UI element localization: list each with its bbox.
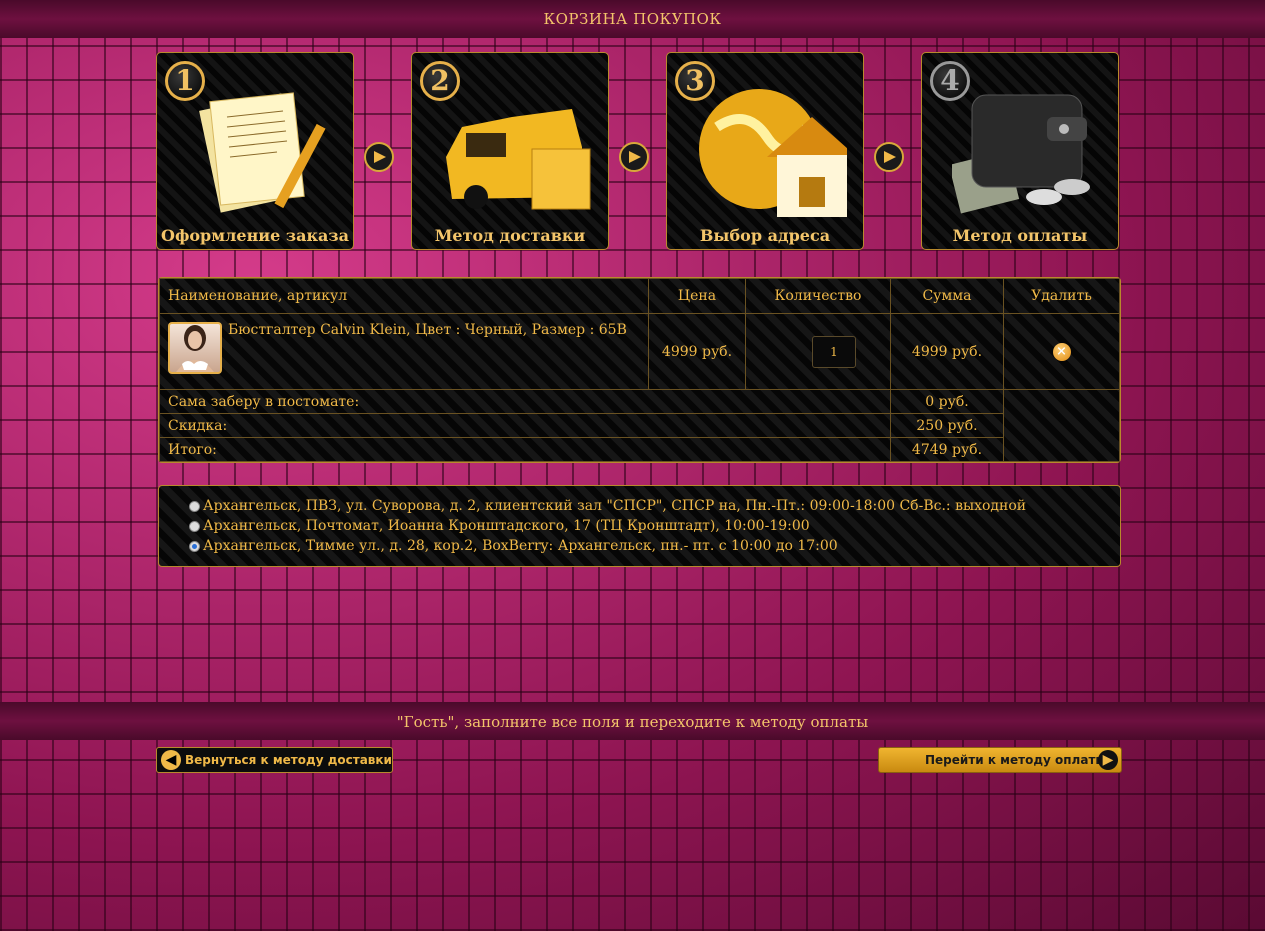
item-sum: 4999 руб. <box>890 313 1004 390</box>
item-delete-cell: × <box>1003 313 1120 390</box>
summary-row-delivery: Сама заберу в постомате: 0 руб. <box>159 389 1120 462</box>
page-title: КОРЗИНА ПОКУПОК <box>543 10 722 28</box>
col-sum-header: Сумма <box>890 278 1004 314</box>
step-arrow-icon <box>619 142 649 172</box>
step-address[interactable]: 3 Выбор адреса <box>666 52 864 250</box>
summary-row-total: Итого: 4749 руб. <box>159 437 1120 462</box>
item-name[interactable]: Бюстгалтер Calvin Klein, Цвет : Черный, … <box>228 322 627 338</box>
footer-message: "Гость", заполните все поля и переходите… <box>396 713 869 731</box>
page-title-bar: КОРЗИНА ПОКУПОК <box>0 0 1265 38</box>
address-radio[interactable] <box>189 520 200 532</box>
wallet-icon <box>952 94 1090 214</box>
table-row: Бюстгалтер Calvin Klein, Цвет : Черный, … <box>159 313 1120 390</box>
step-title: Метод доставки <box>434 226 586 245</box>
col-price-header: Цена <box>648 278 746 314</box>
address-radio[interactable] <box>189 500 200 512</box>
globe-house-icon <box>699 89 847 217</box>
back-to-delivery-button[interactable]: ◀ Вернуться к методу доставки <box>156 747 393 773</box>
address-radio-selected[interactable] <box>189 540 200 552</box>
address-label: Архангельск, ПВЗ, ул. Суворова, д. 2, кл… <box>203 498 1027 514</box>
address-panel: Архангельск, ПВЗ, ул. Суворова, д. 2, кл… <box>158 485 1121 567</box>
summary-value: 4749 руб. <box>890 437 1004 462</box>
next-button-label: Перейти к методу оплаты <box>925 753 1107 767</box>
document-pen-icon <box>199 92 326 213</box>
col-delete-header: Удалить <box>1003 278 1120 314</box>
back-button-label: Вернуться к методу доставки <box>185 753 392 767</box>
step-arrow-icon <box>364 142 394 172</box>
delivery-van-icon <box>446 109 591 210</box>
cart-table: Наименование, артикул Цена Количество Су… <box>159 278 1120 462</box>
col-name-header: Наименование, артикул <box>159 278 649 314</box>
cart-table-panel: Наименование, артикул Цена Количество Су… <box>158 277 1121 463</box>
summary-row-discount: Скидка: 250 руб. <box>159 413 1120 438</box>
address-label: Архангельск, Почтомат, Иоанна Кронштадск… <box>203 518 810 534</box>
address-option[interactable]: Архангельск, Почтомат, Иоанна Кронштадск… <box>159 516 1120 536</box>
summary-filler <box>1003 389 1120 462</box>
step-payment[interactable]: 4 Метод оплаты <box>921 52 1119 250</box>
go-to-payment-button[interactable]: Перейти к методу оплаты ▶ <box>878 747 1122 773</box>
step-title: Выбор адреса <box>699 226 831 245</box>
arrow-left-icon: ◀ <box>161 750 181 770</box>
summary-value: 0 руб. <box>890 389 1004 414</box>
address-label: Архангельск, Тимме ул., д. 28, кор.2, Bo… <box>203 538 838 554</box>
summary-label: Итого: <box>159 437 891 462</box>
step-delivery[interactable]: 2 Метод доставки <box>411 52 609 250</box>
footer-message-bar: "Гость", заполните все поля и переходите… <box>0 702 1265 740</box>
summary-value: 250 руб. <box>890 413 1004 438</box>
address-option[interactable]: Архангельск, ПВЗ, ул. Суворова, д. 2, кл… <box>159 496 1120 516</box>
step-title: Метод оплаты <box>952 226 1088 245</box>
arrow-right-icon: ▶ <box>1098 750 1118 770</box>
product-thumbnail[interactable] <box>168 322 222 374</box>
item-cell: Бюстгалтер Calvin Klein, Цвет : Черный, … <box>159 313 649 390</box>
step-arrow-icon <box>874 142 904 172</box>
step-checkout[interactable]: 1 Оформление заказа <box>156 52 354 250</box>
col-qty-header: Количество <box>745 278 891 314</box>
quantity-input[interactable]: 1 <box>812 335 856 368</box>
step-title: Оформление заказа <box>161 226 349 245</box>
item-qty-cell: 1 <box>745 313 891 390</box>
delete-icon[interactable]: × <box>1052 342 1071 361</box>
summary-label: Сама заберу в постомате: <box>159 389 891 414</box>
summary-label: Скидка: <box>159 413 891 438</box>
table-header-row: Наименование, артикул Цена Количество Су… <box>159 278 1120 314</box>
item-price: 4999 руб. <box>648 313 746 390</box>
address-option[interactable]: Архангельск, Тимме ул., д. 28, кор.2, Bo… <box>159 536 1120 556</box>
